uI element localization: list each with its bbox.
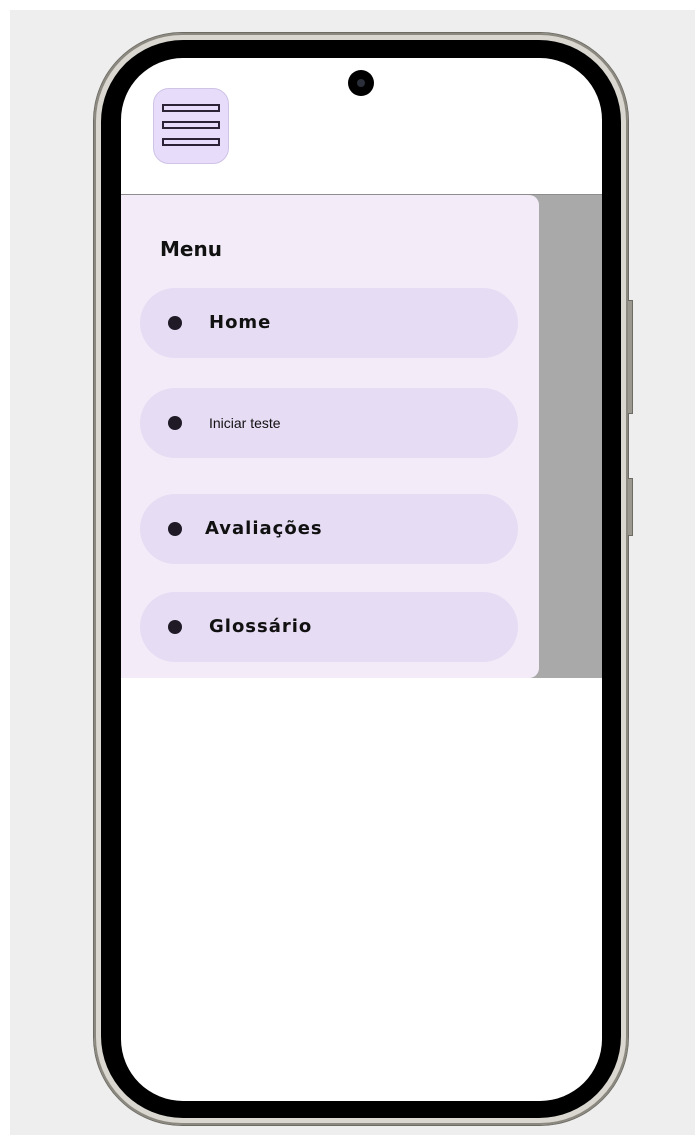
nav-item-home[interactable]: Home — [140, 288, 518, 358]
hamburger-menu-icon-bar — [162, 121, 220, 129]
nav-item-label: Iniciar teste — [209, 415, 281, 431]
phone-screen: Menu Home Iniciar teste Avaliações Gloss… — [121, 58, 602, 1101]
bullet-icon — [168, 316, 182, 330]
bullet-icon — [168, 620, 182, 634]
bullet-icon — [168, 522, 182, 536]
hamburger-menu-icon — [162, 104, 220, 112]
power-button — [628, 478, 633, 536]
nav-item-label: Glossário — [209, 616, 313, 637]
nav-item-label: Home — [209, 312, 272, 333]
drawer-title: Menu — [160, 237, 222, 261]
nav-item-iniciar-teste[interactable]: Iniciar teste — [140, 388, 518, 458]
camera-icon — [348, 70, 374, 96]
nav-item-label: Avaliações — [205, 518, 323, 539]
hamburger-menu-button[interactable] — [153, 88, 229, 164]
nav-item-glossario[interactable]: Glossário — [140, 592, 518, 662]
volume-button — [628, 300, 633, 414]
nav-item-avaliacoes[interactable]: Avaliações — [140, 494, 518, 564]
hamburger-menu-icon-bar — [162, 138, 220, 146]
bullet-icon — [168, 416, 182, 430]
navigation-drawer: Menu Home Iniciar teste Avaliações Gloss… — [121, 195, 539, 678]
